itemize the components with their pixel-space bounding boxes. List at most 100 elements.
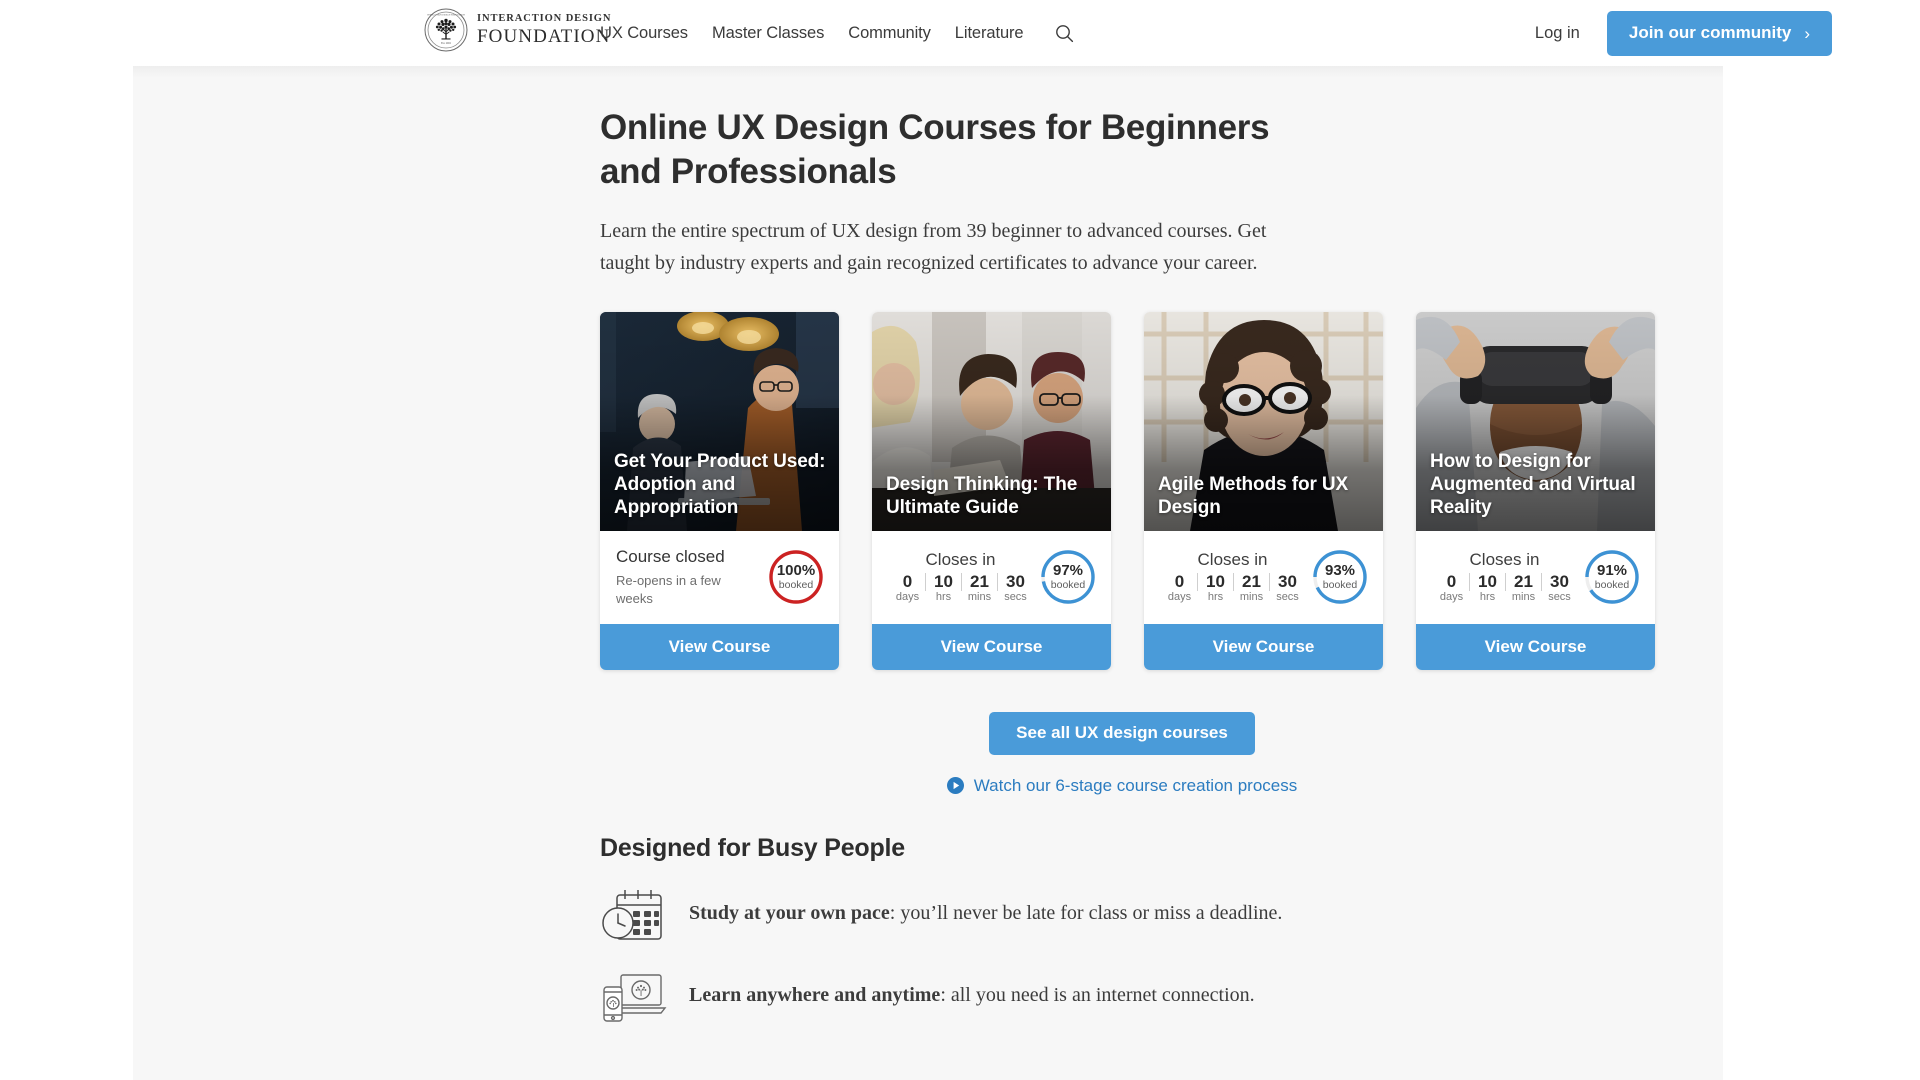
countdown-days-value: 0 xyxy=(902,571,913,591)
booked-ring-label: 97% booked xyxy=(1039,548,1097,606)
course-card[interactable]: Agile Methods for UX Design Closes in 0 … xyxy=(1144,311,1383,670)
course-card-body: Course closed Re-opens in a few weeks 10… xyxy=(600,531,839,624)
countdown-hours: 10 hrs xyxy=(1199,572,1232,605)
brand-line-2: FOUNDATION xyxy=(477,25,611,47)
countdown-divider xyxy=(1269,572,1270,591)
booked-percent: 91% xyxy=(1596,562,1628,580)
page-title: Online UX Design Courses for Beginners a… xyxy=(600,108,1270,191)
course-card[interactable]: Design Thinking: The Ultimate Guide Clos… xyxy=(872,311,1111,670)
course-card-image: Design Thinking: The Ultimate Guide xyxy=(872,311,1111,531)
countdown-days-value: 0 xyxy=(1446,571,1457,591)
booked-progress-ring: 97% booked xyxy=(1039,548,1097,606)
countdown-mins-unit: mins xyxy=(967,591,992,604)
brand-logo[interactable]: Est. 2002 INTERACTION DESIGN FOUNDATION … xyxy=(424,8,611,52)
booked-ring-label: 91% booked xyxy=(1583,548,1641,606)
countdown-timer: 0 days 10 hrs 21 mins 30 secs xyxy=(888,572,1039,605)
countdown-divider xyxy=(925,572,926,591)
play-circle-icon xyxy=(946,777,964,795)
countdown-hours: 10 hrs xyxy=(1471,572,1504,605)
designed-for-busy-people-section: Designed for Busy People Study at your o… xyxy=(600,834,1660,1027)
course-card-list: Get Your Product Used: Adoption and Appr… xyxy=(600,311,1660,670)
feature-text: Study at your own pace: you’ll never be … xyxy=(689,887,1282,930)
countdown-divider xyxy=(1469,572,1470,591)
closes-in-label: Closes in xyxy=(925,549,996,569)
countdown-days-unit: days xyxy=(1167,591,1192,604)
course-card[interactable]: Get Your Product Used: Adoption and Appr… xyxy=(600,311,839,670)
course-title: Agile Methods for UX Design xyxy=(1158,474,1349,518)
countdown-divider xyxy=(1541,572,1542,591)
booked-text: booked xyxy=(1050,579,1086,592)
countdown-days: 0 days xyxy=(891,572,924,605)
countdown-mins-value: 21 xyxy=(970,571,989,591)
watch-process-link[interactable]: Watch our 6-stage course creation proces… xyxy=(946,775,1298,796)
countdown-days-value: 0 xyxy=(1174,571,1185,591)
course-title: How to Design for Augmented and Virtual … xyxy=(1430,451,1636,518)
nav-item-master-classes[interactable]: Master Classes xyxy=(712,24,824,43)
booked-text: booked xyxy=(1322,579,1358,592)
feature-rest: : all you need is an internet connection… xyxy=(940,983,1255,1006)
course-status: Course closed Re-opens in a few weeks xyxy=(616,547,767,607)
watch-process-label: Watch our 6-stage course creation proces… xyxy=(973,775,1298,795)
nav-item-ux-courses[interactable]: UX Courses xyxy=(600,24,688,43)
feature-rest: : you’ll never be late for class or miss… xyxy=(889,901,1283,924)
countdown-secs-value: 30 xyxy=(1550,571,1569,591)
countdown-secs: 30 secs xyxy=(999,572,1032,605)
countdown-days: 0 days xyxy=(1163,572,1196,605)
calendar-clock-icon xyxy=(602,889,662,940)
content-panel: Online UX Design Courses for Beginners a… xyxy=(133,66,1723,1080)
countdown-hours-unit: hrs xyxy=(1479,591,1496,604)
view-course-button[interactable]: View Course xyxy=(1416,623,1655,670)
booked-progress-ring: 91% booked xyxy=(1583,548,1641,606)
site-header: Est. 2002 INTERACTION DESIGN FOUNDATION … xyxy=(0,0,1920,66)
countdown-secs-unit: secs xyxy=(1276,591,1299,604)
course-card-image: Get Your Product Used: Adoption and Appr… xyxy=(600,311,839,531)
countdown-mins-value: 21 xyxy=(1242,571,1261,591)
view-course-button[interactable]: View Course xyxy=(1144,623,1383,670)
seal-year-text: Est. 2002 xyxy=(441,42,452,45)
course-countdown: Closes in 0 days 10 hrs 21 mins 30 secs xyxy=(1160,550,1311,605)
course-countdown: Closes in 0 days 10 hrs 21 mins 30 secs xyxy=(1432,550,1583,605)
see-all-courses-button[interactable]: See all UX design courses xyxy=(989,711,1255,755)
course-countdown: Closes in 0 days 10 hrs 21 mins 30 secs xyxy=(888,550,1039,605)
feature-item: Study at your own pace: you’ll never be … xyxy=(600,887,1290,945)
countdown-hours: 10 hrs xyxy=(927,572,960,605)
course-title: Get Your Product Used: Adoption and Appr… xyxy=(614,451,826,518)
course-closed-note: Re-opens in a few weeks xyxy=(616,573,721,606)
search-button[interactable] xyxy=(1054,22,1076,44)
countdown-divider xyxy=(1233,572,1234,591)
course-closed-heading: Course closed xyxy=(616,546,725,566)
nav-item-community[interactable]: Community xyxy=(848,24,931,43)
countdown-hours-unit: hrs xyxy=(1207,591,1224,604)
course-card-body: Closes in 0 days 10 hrs 21 mins 30 secs … xyxy=(1416,531,1655,624)
course-card[interactable]: How to Design for Augmented and Virtual … xyxy=(1416,311,1655,670)
booked-ring-label: 93% booked xyxy=(1311,548,1369,606)
closes-in-label: Closes in xyxy=(1197,549,1268,569)
feature-icon-wrap xyxy=(600,887,667,945)
closes-in-label: Closes in xyxy=(1469,549,1540,569)
countdown-mins: 21 mins xyxy=(1235,572,1268,605)
nav-item-literature[interactable]: Literature xyxy=(955,24,1024,43)
laptop-phone-icon xyxy=(603,973,667,1022)
view-course-button[interactable]: View Course xyxy=(600,623,839,670)
booked-ring-label: 100% booked xyxy=(767,548,825,606)
header-inner: Est. 2002 INTERACTION DESIGN FOUNDATION … xyxy=(0,0,1920,66)
feature-lead: Learn anywhere and anytime xyxy=(689,983,941,1006)
feature-icon-wrap xyxy=(600,969,667,1027)
countdown-mins: 21 mins xyxy=(963,572,996,605)
content-column: Online UX Design Courses for Beginners a… xyxy=(600,66,1660,1027)
booked-progress-ring: 100% booked xyxy=(767,548,825,606)
countdown-divider xyxy=(1505,572,1506,591)
countdown-secs-unit: secs xyxy=(1004,591,1027,604)
search-icon xyxy=(1056,24,1074,42)
svg-text:INTERACTION DESIGN FOUNDATION: INTERACTION DESIGN FOUNDATION xyxy=(427,14,465,17)
countdown-secs-value: 30 xyxy=(1006,571,1025,591)
view-course-button[interactable]: View Course xyxy=(872,623,1111,670)
course-title: Design Thinking: The Ultimate Guide xyxy=(886,474,1078,518)
countdown-mins: 21 mins xyxy=(1507,572,1540,605)
join-community-button[interactable]: Join our community › xyxy=(1606,10,1832,56)
countdown-mins-unit: mins xyxy=(1511,591,1536,604)
login-link[interactable]: Log in xyxy=(1535,24,1580,43)
booked-progress-ring: 93% booked xyxy=(1311,548,1369,606)
countdown-days-unit: days xyxy=(1439,591,1464,604)
brand-wordmark: INTERACTION DESIGN FOUNDATION xyxy=(477,14,611,46)
